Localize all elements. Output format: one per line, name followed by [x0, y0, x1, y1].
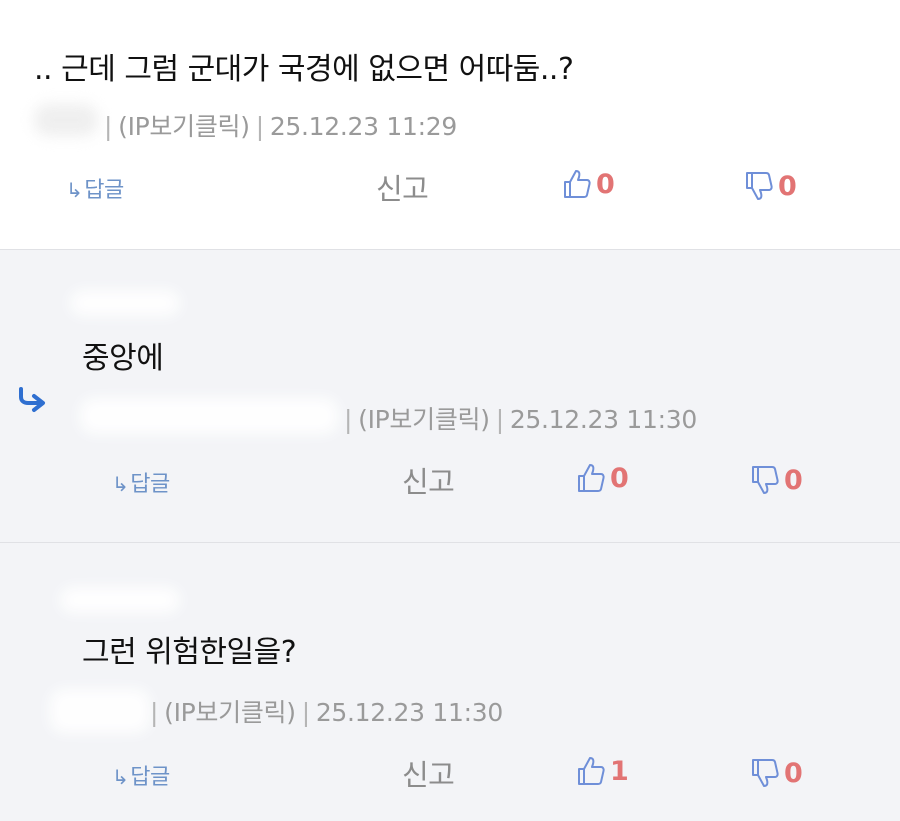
reply-label: 답글 [130, 472, 170, 497]
reply-label: 답글 [84, 178, 124, 203]
author-redacted [50, 689, 150, 733]
meta-separator: | [255, 112, 264, 141]
comment-item-2: 중앙에 |(IP보기클릭)|25.12.23 11:30 ↳답글 신고 0 [0, 249, 900, 542]
ip-view-link[interactable]: (IP보기클릭) [358, 405, 490, 434]
report-button[interactable]: 신고 [402, 459, 455, 501]
reply-arrow-icon: ↳ [112, 765, 129, 789]
dislike-count: 0 [784, 464, 803, 496]
author-redacted [34, 104, 98, 136]
dislike-count: 0 [784, 757, 803, 789]
thumbs-down-icon [744, 170, 774, 202]
meta-separator: | [344, 405, 353, 434]
author-redacted [60, 587, 180, 613]
reply-arrow-icon: ↳ [66, 178, 83, 202]
like-button[interactable]: 0 [562, 168, 615, 200]
dislike-button[interactable]: 0 [750, 464, 803, 496]
dislike-button[interactable]: 0 [744, 170, 797, 202]
dislike-button[interactable]: 0 [750, 757, 803, 789]
ip-view-link[interactable]: (IP보기클릭) [164, 698, 296, 727]
meta-separator: | [150, 698, 159, 727]
meta-separator: | [301, 698, 310, 727]
reply-button[interactable]: ↳답글 [112, 759, 170, 791]
thumbs-down-icon [750, 464, 780, 496]
comment-item-1: .. 근데 그럼 군대가 국경에 없으면 어따둠..? | (IP보기클릭) | 25… [0, 0, 900, 249]
comment-meta: | (IP보기클릭) | 25.12.23 11:29 [98, 107, 457, 143]
meta-separator: | [104, 112, 113, 141]
comment-meta: | (IP보기클릭) | 25.12.23 11:30 [144, 693, 503, 729]
dislike-count: 0 [778, 170, 797, 202]
comment-list: .. 근데 그럼 군대가 국경에 없으면 어따둠..? | (IP보기클릭) | 25… [0, 0, 900, 821]
reply-button[interactable]: ↳답글 [66, 172, 124, 204]
comment-meta: | (IP보기클릭) | 25.12.23 11:30 [338, 400, 697, 436]
thumbs-up-icon [562, 168, 592, 200]
reply-button[interactable]: ↳답글 [112, 466, 170, 498]
thumbs-up-icon [576, 755, 606, 787]
comment-timestamp: 25.12.23 11:30 [315, 698, 503, 727]
author-redacted [70, 290, 180, 316]
report-button[interactable]: 신고 [376, 166, 429, 208]
comment-timestamp: 25.12.23 11:29 [269, 112, 457, 141]
report-button[interactable]: 신고 [402, 752, 455, 794]
reply-label: 답글 [130, 765, 170, 790]
author-redacted [80, 398, 338, 434]
like-button[interactable]: 0 [576, 462, 629, 494]
like-count: 0 [610, 462, 629, 494]
like-button[interactable]: 1 [576, 755, 629, 787]
like-count: 1 [610, 755, 629, 787]
indent-reply-arrow-icon [16, 386, 48, 414]
comment-body: 그런 위험한일을? [82, 635, 297, 670]
comment-body: .. 근데 그럼 군대가 국경에 없으면 어따둠..? [34, 52, 574, 87]
comment-item-3: 그런 위험한일을? | (IP보기클릭) | 25.12.23 11:30 ↳답글 신… [0, 542, 900, 821]
thumbs-down-icon [750, 757, 780, 789]
reply-arrow-icon: ↳ [112, 472, 129, 496]
comment-body: 중앙에 [82, 341, 164, 376]
meta-separator: | [495, 405, 504, 434]
thumbs-up-icon [576, 462, 606, 494]
comment-timestamp: 25.12.23 11:30 [509, 405, 697, 434]
like-count: 0 [596, 168, 615, 200]
ip-view-link[interactable]: (IP보기클릭) [118, 112, 250, 141]
